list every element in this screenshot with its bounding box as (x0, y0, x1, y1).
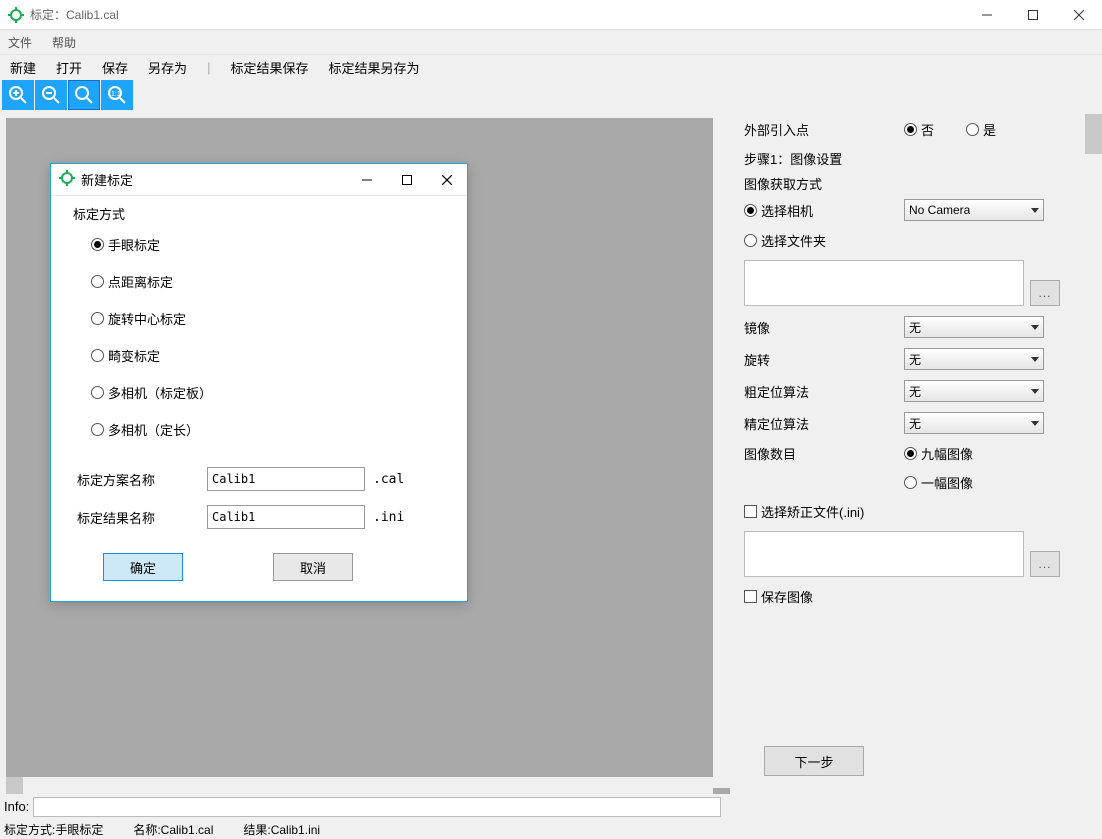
chevron-down-icon (1031, 389, 1039, 394)
chevron-down-icon (1031, 357, 1039, 362)
folder-path-box[interactable] (744, 260, 1024, 306)
panel-vscrollbar[interactable] (1085, 112, 1102, 794)
step1-label: 步骤1：图像设置 (744, 149, 842, 168)
info-label: Info: (4, 799, 29, 814)
radio-mode-multi-fixed[interactable]: 多相机（定长） (91, 420, 445, 439)
dialog-minimize-button[interactable] (347, 164, 387, 196)
result-name-label: 标定结果名称 (77, 508, 207, 527)
toolbar-new[interactable]: 新建 (10, 58, 36, 77)
zoom-region-button[interactable] (68, 80, 100, 110)
rotate-dropdown[interactable]: 无 (904, 348, 1044, 370)
canvas-vscrollbar[interactable] (713, 118, 730, 788)
coarse-algo-label: 粗定位算法 (744, 382, 904, 401)
dialog-maximize-button[interactable] (387, 164, 427, 196)
svg-text:1:1: 1:1 (111, 91, 121, 98)
side-panel: 外部引入点 否 是 步骤1：图像设置 图像获取方式 选择相机 No Camera… (730, 112, 1102, 794)
chevron-down-icon (1031, 208, 1039, 213)
radio-one-image[interactable]: 一幅图像 (904, 473, 973, 492)
menu-file[interactable]: 文件 (8, 34, 32, 51)
radio-select-folder[interactable]: 选择文件夹 (744, 231, 826, 250)
rotate-label: 旋转 (744, 350, 904, 369)
scheme-name-label: 标定方案名称 (77, 470, 207, 489)
chevron-down-icon (1031, 421, 1039, 426)
dialog-cancel-button[interactable]: 取消 (273, 553, 353, 581)
radio-select-camera[interactable]: 选择相机 (744, 201, 904, 220)
toolbar-separator: | (207, 60, 210, 75)
result-name-input[interactable] (207, 505, 365, 529)
maximize-button[interactable] (1010, 0, 1056, 30)
radio-nine-images[interactable]: 九幅图像 (904, 444, 973, 463)
fine-algo-label: 精定位算法 (744, 414, 904, 433)
window-title: 标定：Calib1.cal (30, 6, 964, 23)
dialog-title: 新建标定 (81, 170, 133, 189)
new-calib-dialog: 新建标定 标定方式 手眼标定 点距离标定 旋转中心标定 畸变标定 多相机（标定板… (50, 163, 468, 602)
mode-label: 标定方式 (73, 204, 445, 223)
scheme-name-input[interactable] (207, 467, 365, 491)
toolbar-result-save[interactable]: 标定结果保存 (230, 58, 308, 77)
zoom-reset-button[interactable]: 1:1 (101, 80, 133, 110)
minimize-button[interactable] (964, 0, 1010, 30)
radio-mode-multi-board[interactable]: 多相机（标定板） (91, 383, 445, 402)
image-source-label: 图像获取方式 (744, 174, 822, 193)
chevron-down-icon (1031, 325, 1039, 330)
info-bar: Info: (0, 794, 1102, 819)
status-mode: 标定方式:手眼标定 (4, 821, 103, 838)
camera-dropdown[interactable]: No Camera (904, 199, 1044, 221)
mirror-dropdown[interactable]: 无 (904, 316, 1044, 338)
coarse-algo-dropdown[interactable]: 无 (904, 380, 1044, 402)
toolbar-saveas[interactable]: 另存为 (148, 58, 187, 77)
external-point-yes[interactable]: 是 (966, 120, 996, 139)
radio-mode-hand-eye[interactable]: 手眼标定 (91, 235, 445, 254)
close-button[interactable] (1056, 0, 1102, 30)
browse-folder-button[interactable]: ... (1030, 280, 1060, 306)
zoom-in-button[interactable] (2, 80, 34, 110)
result-ext: .ini (373, 510, 404, 525)
icon-toolbar: 1:1 (0, 80, 1102, 112)
radio-mode-distortion[interactable]: 畸变标定 (91, 346, 445, 365)
external-point-no[interactable]: 否 (904, 120, 934, 139)
scheme-ext: .cal (373, 472, 404, 487)
fine-algo-dropdown[interactable]: 无 (904, 412, 1044, 434)
browse-correction-button[interactable]: ... (1030, 551, 1060, 577)
statusbar: 标定方式:手眼标定 名称:Calib1.cal 结果:Calib1.ini (0, 819, 1102, 839)
dialog-close-button[interactable] (427, 164, 467, 196)
canvas-hscrollbar[interactable] (6, 777, 713, 794)
external-point-label: 外部引入点 (744, 120, 904, 139)
dialog-icon (59, 170, 75, 189)
toolbar-open[interactable]: 打开 (56, 58, 82, 77)
correction-file-box[interactable] (744, 531, 1024, 577)
next-button[interactable]: 下一步 (764, 746, 864, 776)
titlebar: 标定：Calib1.cal (0, 0, 1102, 30)
menu-help[interactable]: 帮助 (52, 34, 76, 51)
toolbar-result-saveas[interactable]: 标定结果另存为 (328, 58, 419, 77)
dialog-ok-button[interactable]: 确定 (103, 553, 183, 581)
toolbar: 新建 打开 保存 另存为 | 标定结果保存 标定结果另存为 (0, 54, 1102, 80)
app-icon (8, 7, 24, 23)
menubar: 文件 帮助 (0, 30, 1102, 54)
window-controls (964, 0, 1102, 30)
dialog-titlebar: 新建标定 (51, 164, 467, 196)
info-input[interactable] (33, 797, 721, 817)
image-count-label: 图像数目 (744, 444, 904, 463)
status-name: 名称:Calib1.cal (133, 821, 213, 838)
radio-mode-point-dist[interactable]: 点距离标定 (91, 272, 445, 291)
radio-mode-rot-center[interactable]: 旋转中心标定 (91, 309, 445, 328)
mirror-label: 镜像 (744, 318, 904, 337)
checkbox-save-image[interactable]: 保存图像 (744, 587, 813, 606)
zoom-out-button[interactable] (35, 80, 67, 110)
status-result: 结果:Calib1.ini (243, 821, 320, 838)
checkbox-correction-file[interactable]: 选择矫正文件(.ini) (744, 502, 864, 521)
toolbar-save[interactable]: 保存 (102, 58, 128, 77)
